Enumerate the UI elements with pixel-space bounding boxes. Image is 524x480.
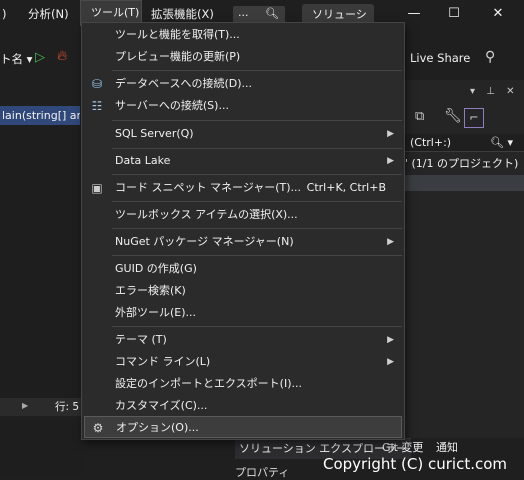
output-pane [0,420,82,477]
menu-item-label: SQL Server(Q) [115,127,194,140]
menu-sql-server[interactable]: SQL Server(Q) ▶ [82,123,404,145]
menu-get-tools[interactable]: ツールと機能を取得(T)... [82,24,404,46]
live-share-button[interactable]: Live Share [410,51,470,65]
scroll-left-icon[interactable]: ▶ [22,401,28,410]
startup-project-dropdown[interactable]: ト名 ▾ [0,51,32,67]
submenu-arrow-icon: ▶ [387,237,394,247]
solution-node[interactable]: ' (1/1 のプロジェクト) [403,155,524,173]
menu-item-label: コード スニペット マネージャー(T)... [115,181,302,194]
menu-item-label: ツールと機能を取得(T)... [115,28,240,41]
menu-preview-features[interactable]: プレビュー機能の更新(P) [82,46,404,68]
search-icon[interactable]: 🔍︎ ▾ [490,136,513,149]
menu-separator [112,228,402,229]
menu-create-guid[interactable]: GUID の作成(G) [82,258,404,280]
menu-import-export-settings[interactable]: 設定のインポートとエクスポート(I)... [82,373,404,395]
line-number-label: 行: 5 [55,401,80,413]
menu-separator [112,120,402,121]
snippet-icon: ▣ [91,181,103,195]
menu-separator [112,326,402,327]
search-icon: 🔍︎ [265,7,279,20]
properties-title: プロパティ [235,466,290,479]
menu-item-label: 外部ツール(E)... [115,306,197,319]
menu-data-lake[interactable]: Data Lake ▶ [82,150,404,172]
menu-connect-database[interactable]: ⛁ データベースへの接続(D)... [82,73,404,95]
menu-separator [112,174,402,175]
wrench-icon[interactable]: 🔧︎ [444,108,462,124]
menu-separator [112,255,402,256]
code-navigation-tab[interactable]: lain(string[] arg [0,106,80,125]
selected-tree-row[interactable] [403,175,524,191]
menu-item-label: GUID の作成(G) [115,262,197,275]
server-connect-icon: ☷ [91,99,103,113]
menu-item-label: ツールボックス アイテムの選択(X)... [115,208,298,221]
menu-item-analyze[interactable]: 分析(N) [28,5,69,23]
code-editor[interactable] [0,125,82,400]
gear-icon: ⚙ [92,421,104,435]
minimize-button[interactable]: — [404,6,424,22]
menu-nuget[interactable]: NuGet パッケージ マネージャー(N) ▶ [82,231,404,253]
menu-command-line[interactable]: コマンド ライン(L) ▶ [82,351,404,373]
menu-separator [112,70,402,71]
menu-theme[interactable]: テーマ (T) ▶ [82,329,404,351]
hot-reload-icon[interactable]: 🔥︎ [57,48,67,64]
menu-separator [112,148,402,149]
menu-item-label: NuGet パッケージ マネージャー(N) [115,235,294,248]
submenu-arrow-icon: ▶ [387,357,394,367]
menu-options[interactable]: ⚙ オプション(O)... [84,416,402,438]
menu-item-label: サーバーへの接続(S)... [115,99,229,112]
menu-separator [112,201,402,202]
submenu-arrow-icon: ▶ [387,335,394,345]
menu-item-label: テーマ (T) [115,333,167,346]
feedback-icon[interactable]: ⚲ [485,49,495,65]
menu-item-fragment[interactable]: ) [2,5,7,23]
menu-item-extensions[interactable]: 拡張機能(X) [151,5,214,23]
menu-customize[interactable]: カスタマイズ(C)... [82,395,404,417]
menu-item-label: プレビュー機能の更新(P) [115,50,241,63]
copy-icon[interactable]: ⧉ [415,109,424,124]
close-button[interactable]: ✕ [488,6,508,22]
menu-item-label: データベースへの接続(D)... [115,77,252,90]
preview-selected-icon[interactable]: ⌐ [464,108,484,128]
copyright-watermark: Copyright (C) curict.com [323,455,508,473]
menu-item-label: オプション(O)... [116,421,199,434]
run-icon[interactable]: ▷ [35,50,45,65]
menu-item-label: Data Lake [115,154,171,167]
menu-item-label: 設定のインポートとエクスポート(I)... [115,377,302,390]
search-dots: ... [238,6,249,19]
menu-error-lookup[interactable]: エラー検索(K) [82,280,404,302]
database-connect-icon: ⛁ [91,77,103,91]
menu-item-shortcut: Ctrl+K, Ctrl+B [306,181,386,194]
maximize-button[interactable]: ☐ [444,6,464,22]
submenu-arrow-icon: ▶ [387,156,394,166]
menu-external-tools[interactable]: 外部ツール(E)... [82,302,404,324]
submenu-arrow-icon: ▶ [387,129,394,139]
tools-dropdown-menu: ツールと機能を取得(T)... プレビュー機能の更新(P) ⛁ データベースへの… [81,22,405,440]
menu-snippet-manager[interactable]: ▣ コード スニペット マネージャー(T)... Ctrl+K, Ctrl+B [82,177,404,199]
menu-item-label: コマンド ライン(L) [115,355,211,368]
panel-pin-icons[interactable]: ▾ ⊥ ✕ [470,86,518,97]
menu-item-label: エラー検索(K) [115,284,186,297]
menu-connect-server[interactable]: ☷ サーバーへの接続(S)... [82,95,404,117]
menu-toolbox-items[interactable]: ツールボックス アイテムの選択(X)... [82,204,404,226]
menu-item-label: カスタマイズ(C)... [115,399,208,412]
